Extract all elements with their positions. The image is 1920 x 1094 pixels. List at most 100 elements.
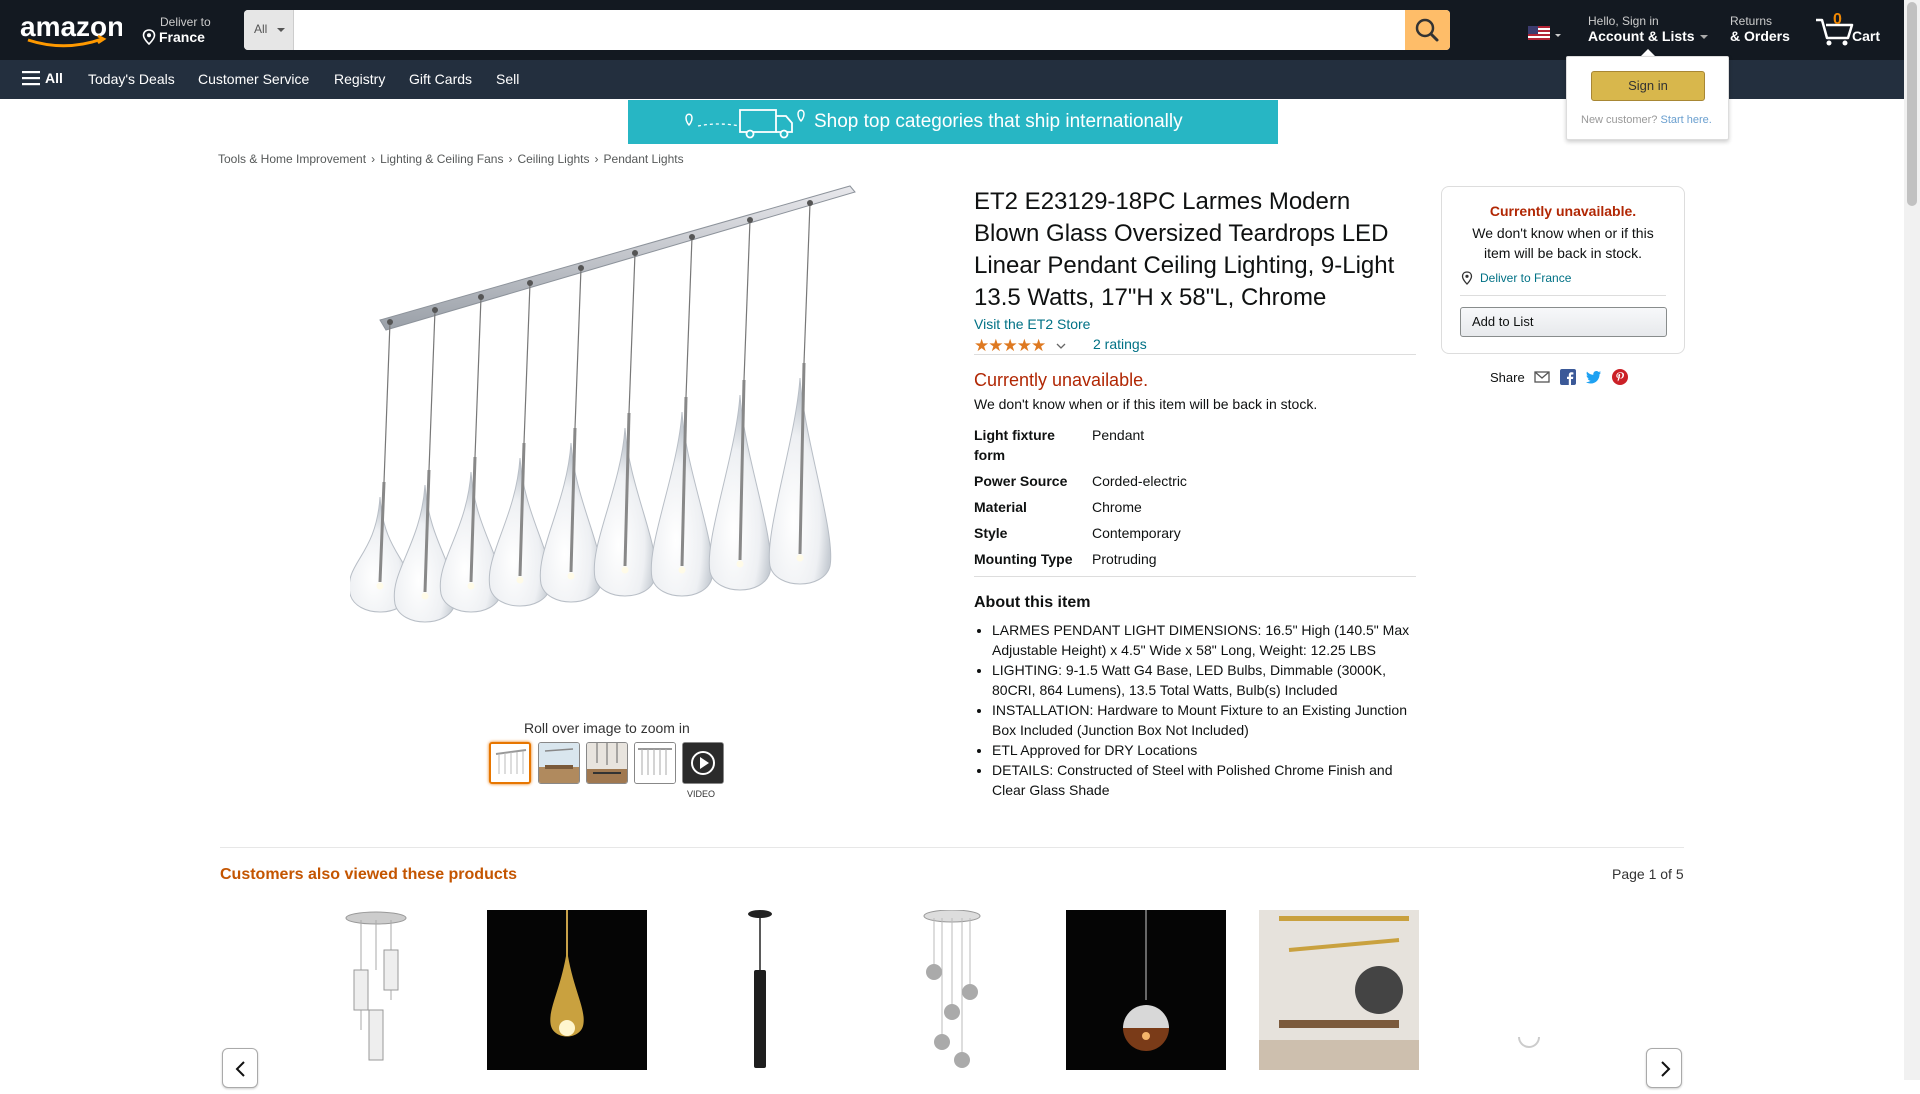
buybox-unavailable: Currently unavailable. <box>1489 203 1637 219</box>
breadcrumb-item[interactable]: Lighting & Ceiling Fans <box>380 152 503 166</box>
spec-label: Material <box>974 499 1027 515</box>
chevron-right-icon <box>1661 1061 1671 1077</box>
location-pin-icon <box>1461 271 1473 285</box>
returns-orders-button[interactable]: Returns & Orders <box>1730 14 1790 44</box>
breadcrumb-item[interactable]: Tools & Home Improvement <box>218 152 366 166</box>
hamburger-menu-icon <box>22 71 40 86</box>
pendant-teardrop <box>539 265 603 603</box>
amazon-logo[interactable]: amazon <box>20 11 124 48</box>
thumbnail-3[interactable] <box>586 742 628 784</box>
ratings-count-link[interactable]: 2 ratings <box>1093 336 1147 352</box>
all-menu-button[interactable]: All <box>22 70 63 86</box>
carousel-page-indicator: Page 1 of 5 <box>1612 866 1684 882</box>
spec-label: Light fixture form <box>974 427 1055 463</box>
zoom-hint: Roll over image to zoom in <box>524 720 690 736</box>
carousel-prev-button[interactable] <box>222 1048 258 1088</box>
orders-label: & Orders <box>1730 28 1790 44</box>
add-to-list-button[interactable]: Add to List <box>1460 307 1667 337</box>
returns-label: Returns <box>1730 14 1773 28</box>
carousel-product-4[interactable] <box>872 910 1032 1070</box>
divider <box>974 354 1416 355</box>
video-thumbnail[interactable] <box>682 742 724 784</box>
breadcrumb-separator: › <box>508 152 513 166</box>
availability-status: Currently unavailable. <box>974 370 1149 390</box>
store-link[interactable]: Visit the ET2 Store <box>974 316 1090 332</box>
international-shipping-banner[interactable]: Shop top categories that ship internatio… <box>628 100 1278 144</box>
carousel-product-2[interactable] <box>487 910 647 1070</box>
main-product-image[interactable] <box>348 182 870 722</box>
nav-sell[interactable]: Sell <box>496 71 519 87</box>
banner-text: Shop top categories that ship internatio… <box>814 111 1183 132</box>
availability-detail: We don't know when or if this item will … <box>974 396 1318 412</box>
nav-todays-deals[interactable]: Today's Deals <box>88 71 175 87</box>
pendant-teardrop <box>488 280 552 607</box>
svg-text:amazon: amazon <box>20 12 122 42</box>
search-icon <box>1415 18 1439 42</box>
deliver-label: Deliver to <box>160 15 211 29</box>
buy-box: Currently unavailable. We don't know whe… <box>1441 186 1685 354</box>
list-item: LARMES PENDANT LIGHT DIMENSIONS: 16.5" H… <box>992 620 1414 660</box>
about-bullet-list: LARMES PENDANT LIGHT DIMENSIONS: 16.5" H… <box>974 620 1414 800</box>
signin-button[interactable]: Sign in <box>1591 71 1705 101</box>
deliver-to-button[interactable]: Deliver to France <box>142 15 211 45</box>
divider <box>1460 295 1666 296</box>
pinterest-icon[interactable] <box>1612 369 1628 385</box>
facebook-icon[interactable] <box>1560 369 1576 385</box>
nav-customer-service[interactable]: Customer Service <box>198 71 309 87</box>
breadcrumb-item[interactable]: Ceiling Lights <box>517 152 589 166</box>
thumbnail-4[interactable] <box>634 742 676 784</box>
nav-registry[interactable]: Registry <box>334 71 385 87</box>
start-here-link[interactable]: Start here. <box>1660 114 1711 126</box>
about-heading: About this item <box>974 594 1091 611</box>
carousel-next-button[interactable] <box>1646 1048 1682 1088</box>
product-title: ET2 E23129-18PC Larmes Modern Blown Glas… <box>974 188 1395 311</box>
twitter-icon[interactable] <box>1586 369 1602 385</box>
thumbnail-2[interactable] <box>538 742 580 784</box>
carousel-product-3[interactable] <box>680 910 840 1070</box>
chevron-down-icon <box>1056 343 1066 349</box>
spec-value: Corded-electric <box>1092 473 1187 489</box>
account-lists-button[interactable]: Hello, Sign in Account & Lists <box>1588 14 1710 44</box>
delivery-truck-icon <box>685 109 805 139</box>
pendant-teardrop <box>768 200 832 585</box>
breadcrumb-separator: › <box>594 152 599 166</box>
search-bar: All <box>244 10 1450 50</box>
list-item: ETL Approved for DRY Locations <box>992 740 1414 760</box>
carousel-product-1[interactable] <box>296 910 456 1070</box>
pendant-teardrop <box>593 250 657 597</box>
nav-gift-cards[interactable]: Gift Cards <box>409 71 472 87</box>
star-rating[interactable]: ★★★★★ <box>974 336 1067 356</box>
chevron-left-icon <box>235 1061 245 1077</box>
breadcrumb-item[interactable]: Pendant Lights <box>604 152 684 166</box>
scrollbar-thumb[interactable] <box>1907 2 1917 206</box>
breadcrumb: Tools & Home Improvement › Lighting & Ceil… <box>218 152 684 166</box>
list-item: LIGHTING: 9-1.5 Watt G4 Base, LED Bulbs,… <box>992 660 1414 700</box>
buybox-deliver-link[interactable]: Deliver to France <box>1480 271 1571 285</box>
new-customer-text: New customer? Start here. <box>1581 114 1712 126</box>
divider <box>974 576 1416 577</box>
pendant-light-illustration <box>348 185 856 623</box>
email-icon[interactable] <box>1534 369 1550 385</box>
us-flag-icon <box>1528 26 1561 40</box>
video-label: VIDEO <box>687 789 716 799</box>
spec-value: Protruding <box>1092 551 1157 567</box>
spec-value: Chrome <box>1092 499 1142 515</box>
language-selector[interactable] <box>1528 26 1564 45</box>
loading-spinner-icon <box>1518 1036 1540 1048</box>
star-icons: ★★★★★ <box>974 336 1046 355</box>
search-category-dropdown[interactable]: All <box>244 10 294 50</box>
cart-button[interactable]: 0 Cart <box>1814 11 1884 48</box>
cart-label: Cart <box>1852 28 1881 44</box>
divider <box>220 847 1684 848</box>
pendant-teardrop <box>650 234 714 597</box>
signin-flyout: Sign in New customer? Start here. <box>1566 56 1729 140</box>
carousel-product-5[interactable] <box>1066 910 1226 1070</box>
search-button[interactable] <box>1405 10 1450 50</box>
search-input[interactable] <box>295 10 1393 50</box>
location-pin-icon <box>142 29 156 45</box>
thumbnail-1[interactable] <box>489 742 531 784</box>
breadcrumb-separator: › <box>371 152 376 166</box>
carousel-product-6[interactable] <box>1259 910 1419 1070</box>
list-item: INSTALLATION: Hardware to Mount Fixture … <box>992 700 1414 740</box>
account-greeting: Hello, Sign in <box>1588 14 1659 28</box>
